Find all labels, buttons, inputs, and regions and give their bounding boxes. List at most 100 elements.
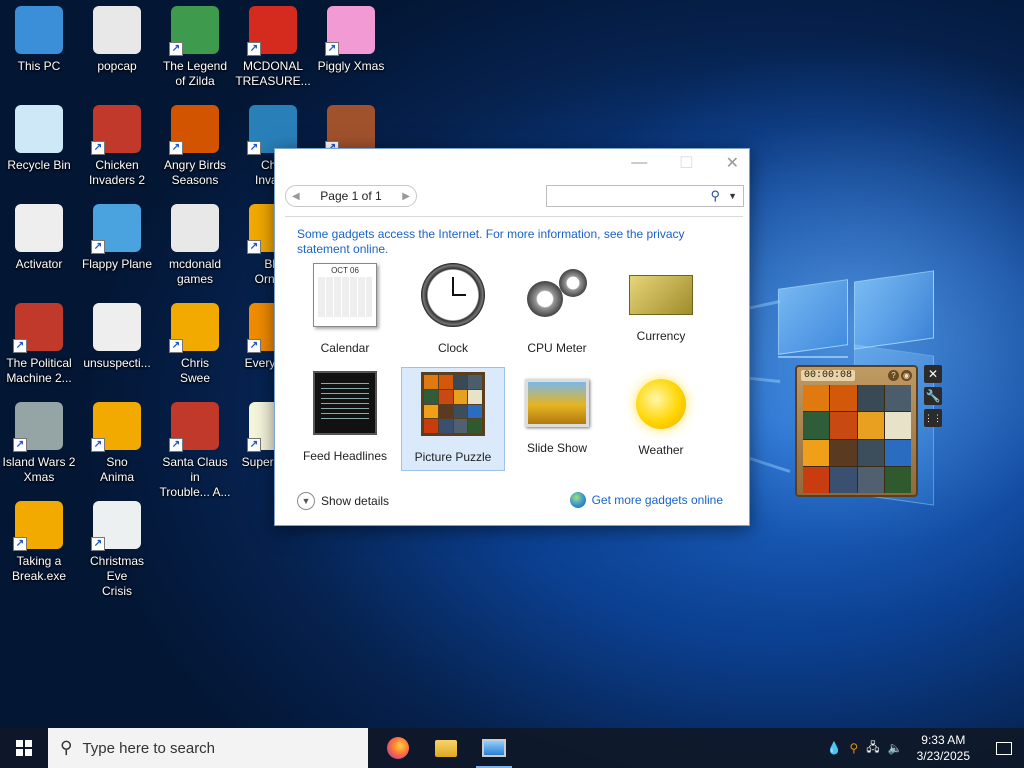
gadget-weather[interactable]: Weather <box>609 367 713 471</box>
prev-page-icon[interactable]: ◀ <box>292 191 300 202</box>
desktop-icon[interactable]: ↗ Santa Claus in Trouble... A... <box>156 402 234 500</box>
page-label: Page 1 of 1 <box>320 189 382 203</box>
desktop-icon[interactable]: Activator <box>0 204 78 272</box>
show-details-button[interactable]: ▼ Show details <box>297 492 389 510</box>
desktop-icon[interactable]: ↗ The Legend of Zilda <box>156 6 234 89</box>
get-more-gadgets-link[interactable]: Get more gadgets online <box>569 492 723 508</box>
puzzle-tile[interactable] <box>830 466 857 493</box>
taskbar-file-explorer[interactable] <box>422 728 470 768</box>
desktop-icon-label: Island Wars 2 Xmas <box>2 455 76 484</box>
desktop-icon[interactable]: ↗ Island Wars 2 Xmas <box>0 402 78 485</box>
search-icon[interactable]: ⚲ <box>711 188 721 204</box>
desktop-icon-label: Chris Swee <box>179 356 211 385</box>
teddy-bear-icon: ↗ <box>325 105 375 155</box>
gadget-cpu-meter[interactable]: CPU Meter <box>505 259 609 363</box>
desktop-icon[interactable]: This PC <box>0 6 78 74</box>
puzzle-tile[interactable] <box>857 385 884 412</box>
puzzle-tile[interactable] <box>884 412 911 439</box>
gadget-calendar[interactable]: OCT 06 Calendar <box>293 259 397 363</box>
puzzle-tile[interactable] <box>830 412 857 439</box>
pig-icon: ↗ <box>325 6 375 56</box>
search-ring-icon[interactable]: ⚲ <box>849 741 858 755</box>
next-page-icon[interactable]: ▶ <box>402 191 410 202</box>
shortcut-arrow-icon: ↗ <box>247 42 261 56</box>
desktop-icon[interactable]: ↗ Christmas Eve Crisis <box>78 501 156 599</box>
close-icon[interactable]: ✕ <box>726 153 739 173</box>
desktop-icon[interactable]: Recycle Bin <box>0 105 78 173</box>
desktop-icon-label: MCDONAL TREASURE... <box>235 59 311 88</box>
desktop-icon[interactable]: ↗ The Political Machine 2... <box>0 303 78 386</box>
desktop-icon[interactable]: popcap <box>78 6 156 74</box>
gadget-name: Picture Puzzle <box>414 450 492 464</box>
puzzle-tile[interactable] <box>884 385 911 412</box>
folder-icon <box>435 739 457 757</box>
maximize-icon[interactable]: ☐ <box>679 153 693 173</box>
chevron-down-icon[interactable]: ▼ <box>728 191 737 201</box>
desktop-icon[interactable]: ↗ Taking a Break.exe <box>0 501 78 584</box>
taskbar-gadgets[interactable] <box>470 728 518 768</box>
puzzle-tile[interactable] <box>884 466 911 493</box>
desktop-icon[interactable]: ↗ Angry Birds Seasons <box>156 105 234 188</box>
slide-show-icon <box>525 379 589 427</box>
minimize-icon[interactable]: — <box>631 154 647 172</box>
puzzle-tile[interactable] <box>803 412 830 439</box>
drag-handle-icon[interactable]: ⋮⋮ <box>924 409 942 427</box>
desktop-icon-label: Sno Anima <box>99 455 134 484</box>
puzzle-piece-icon: ↗ <box>169 303 219 353</box>
chevron-down-icon: ▼ <box>297 492 315 510</box>
puzzle-tile[interactable] <box>803 385 830 412</box>
puzzle-tile[interactable] <box>857 412 884 439</box>
desktop-icon[interactable]: ↗ MCDONAL TREASURE... <box>234 6 312 89</box>
gadget-name: Slide Show <box>526 441 588 455</box>
help-icon[interactable]: ? <box>888 369 899 381</box>
picture-puzzle-gadget[interactable]: 00:00:08 ? ◉ <box>795 365 918 497</box>
calendar-icon: OCT 06 <box>313 263 377 327</box>
desktop-icon-label: Flappy Plane <box>81 257 153 271</box>
notification-button[interactable] <box>984 728 1024 768</box>
shortcut-arrow-icon: ↗ <box>91 141 105 155</box>
desktop-icon[interactable]: ↗ Chris Swee <box>156 303 234 386</box>
window-titlebar: — ☐ ✕ <box>275 149 749 177</box>
puzzle-tile[interactable] <box>803 439 830 466</box>
get-more-gadgets-label: Get more gadgets online <box>591 493 723 507</box>
gadget-slide-show[interactable]: Slide Show <box>505 367 609 471</box>
privacy-notice-link[interactable]: Some gadgets access the Internet. For mo… <box>297 227 717 257</box>
start-button[interactable] <box>0 728 48 768</box>
close-icon[interactable]: ✕ <box>924 365 942 383</box>
puzzle-tile[interactable] <box>884 439 911 466</box>
puzzle-tile[interactable] <box>857 439 884 466</box>
preview-icon[interactable]: ◉ <box>901 369 912 381</box>
gadget-currency[interactable]: Currency <box>609 259 713 363</box>
desktop-icon[interactable]: ↗ Piggly Xmas <box>312 6 390 74</box>
taskbar-firefox[interactable] <box>374 728 422 768</box>
puzzle-tile[interactable] <box>857 466 884 493</box>
currency-icon <box>629 275 693 315</box>
desktop-icon-label: Angry Birds Seasons <box>163 158 227 187</box>
search-icon: ⚲ <box>60 738 73 757</box>
clock[interactable]: 9:33 AM 3/23/2025 <box>911 732 976 764</box>
volume-icon[interactable]: 🔈 <box>888 741 903 755</box>
wrench-icon[interactable]: 🔧 <box>924 387 942 405</box>
desktop-icon[interactable]: mcdonald games <box>156 204 234 287</box>
desktop-icon[interactable]: unsuspecti... <box>78 303 156 371</box>
gadget-clock[interactable]: Clock <box>401 259 505 363</box>
puzzle-tile[interactable] <box>803 466 830 493</box>
gadget-feed-headlines[interactable]: Feed Headlines <box>293 367 397 471</box>
shortcut-arrow-icon: ↗ <box>169 42 183 56</box>
angry-birds-icon: ↗ <box>169 105 219 155</box>
taskbar-search-box[interactable]: ⚲ Type here to search <box>48 728 368 768</box>
puzzle-tile[interactable] <box>830 385 857 412</box>
clock-time: 9:33 AM <box>921 733 966 747</box>
desktop-icon[interactable]: ↗ Chicken Invaders 2 <box>78 105 156 188</box>
gadget-picture-puzzle[interactable]: Picture Puzzle <box>401 367 505 471</box>
system-tray: 💧 ⚲ 🖧 🔈 9:33 AM 3/23/2025 <box>827 728 1024 768</box>
drop-icon[interactable]: 💧 <box>827 741 842 755</box>
desktop-icon[interactable]: ↗ Flappy Plane <box>78 204 156 272</box>
puzzle-piece-icon: ↗ <box>13 501 63 551</box>
political-icon: ↗ <box>13 303 63 353</box>
puzzle-tile[interactable] <box>830 439 857 466</box>
network-icon[interactable]: 🖧 <box>866 738 879 759</box>
desktop-icon[interactable]: ↗ Sno Anima <box>78 402 156 485</box>
gadget-search-input[interactable] <box>551 188 711 204</box>
gadget-search-box[interactable]: ⚲ ▼ <box>546 185 744 207</box>
